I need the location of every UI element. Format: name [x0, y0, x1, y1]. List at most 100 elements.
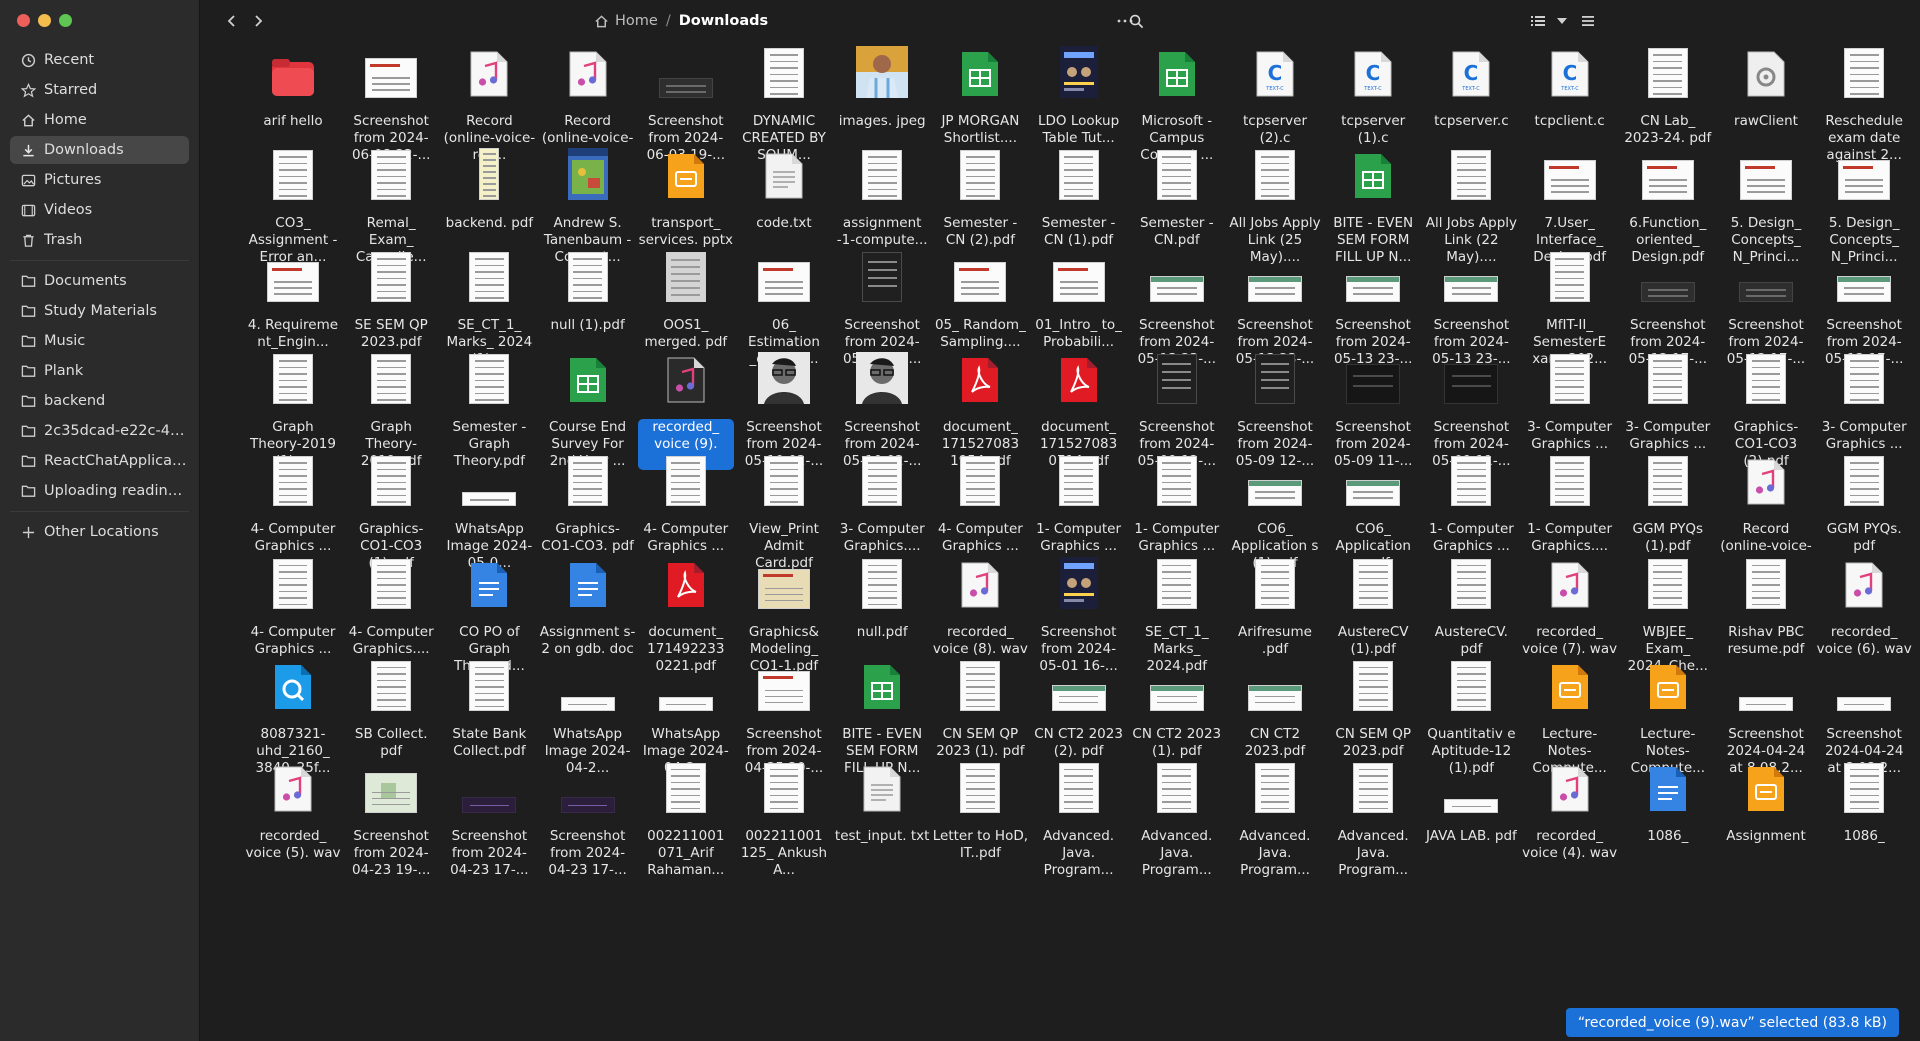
- file-item[interactable]: 4- Computer Graphics ...: [245, 555, 341, 657]
- sidebar-item-downloads[interactable]: Downloads: [10, 136, 189, 164]
- breadcrumb-current[interactable]: Downloads: [679, 13, 768, 29]
- file-item[interactable]: C TEXT-C tcpclient.c: [1522, 44, 1618, 144]
- file-item[interactable]: Screenshot from 2024-05-09 11-...: [1423, 350, 1519, 469]
- file-item[interactable]: Screenshot from 2024-05-13 23-...: [1325, 248, 1421, 367]
- file-item[interactable]: rawClient: [1718, 44, 1814, 144]
- file-item[interactable]: Semester - CN.pdf: [1129, 146, 1225, 248]
- maximize-window-button[interactable]: [59, 14, 72, 27]
- minimize-window-button[interactable]: [38, 14, 51, 27]
- sidebar-item-bookmark-0[interactable]: Documents: [10, 267, 189, 295]
- file-item[interactable]: Letter to HoD, IT..pdf: [932, 759, 1028, 861]
- file-item[interactable]: 3- Computer Graphics ...: [1620, 350, 1716, 452]
- file-item[interactable]: JAVA LAB. pdf: [1423, 759, 1519, 859]
- file-item[interactable]: Assignment s-2 on gdb. doc: [540, 555, 636, 657]
- breadcrumb-home[interactable]: Home: [594, 13, 658, 29]
- file-item[interactable]: recorded_ voice (9). wav: [637, 350, 734, 471]
- file-item[interactable]: Advanced. Java. Program...: [1129, 759, 1225, 878]
- file-item[interactable]: GGM PYQs. pdf: [1816, 452, 1912, 554]
- file-item[interactable]: Advanced. Java. Program...: [1325, 759, 1421, 878]
- back-button[interactable]: [220, 9, 244, 33]
- file-item[interactable]: 05_ Random_ Sampling....: [932, 248, 1028, 350]
- file-item[interactable]: Screenshot from 2024-06-03 19-...: [638, 44, 734, 163]
- file-item[interactable]: Screenshot from 2024-04-23 19-...: [343, 759, 439, 878]
- file-item[interactable]: CN CT2 2023 (2). pdf: [1031, 657, 1127, 759]
- file-item[interactable]: Remal_ Exam_ Cancelle...: [343, 146, 439, 265]
- file-item[interactable]: test_input. txt: [834, 759, 930, 859]
- file-item[interactable]: Screenshot from 2024-04-23 17-...: [540, 759, 636, 878]
- view-options-button[interactable]: [1550, 9, 1574, 33]
- file-item[interactable]: 4- Computer Graphics ...: [638, 452, 734, 554]
- file-item[interactable]: 4- Computer Graphics ...: [932, 452, 1028, 554]
- file-item[interactable]: WhatsApp Image 2024-05-0...: [441, 452, 537, 571]
- file-item[interactable]: 1- Computer Graphics ...: [1129, 452, 1225, 554]
- file-item[interactable]: Screenshot from 2024-05-09 12-...: [1129, 350, 1225, 469]
- file-item[interactable]: recorded_ voice (8). wav: [932, 555, 1028, 657]
- file-item[interactable]: Rishav PBC resume.pdf: [1718, 555, 1814, 657]
- file-item[interactable]: Screenshot from 2024-05-10 02-...: [834, 350, 930, 469]
- file-item[interactable]: WhatsApp Image 2024-04-2...: [540, 657, 636, 776]
- file-item[interactable]: Graph Theory-2019.pdf: [343, 350, 439, 469]
- file-item[interactable]: 01_Intro_ to_ Probabili...: [1031, 248, 1127, 350]
- file-item[interactable]: CN SEM QP 2023.pdf: [1325, 657, 1421, 759]
- file-item[interactable]: document_ 171527083 1954.pdf: [932, 350, 1028, 469]
- sidebar-item-bookmark-3[interactable]: Plank: [10, 357, 189, 385]
- file-item[interactable]: Screenshot from 2024-04-25 20-...: [736, 657, 832, 776]
- sidebar-item-other-locations[interactable]: Other Locations: [10, 518, 189, 546]
- file-item[interactable]: DYNAMIC CREATED BY SOUM...: [736, 44, 832, 163]
- file-item[interactable]: WhatsApp Image 2024-04-2...: [638, 657, 734, 776]
- forward-button[interactable]: [246, 9, 270, 33]
- sidebar-item-bookmark-7[interactable]: Uploading readingpdf: [10, 477, 189, 505]
- file-item[interactable]: MfIT-II_ SemesterE xam_202...: [1522, 248, 1618, 367]
- file-item[interactable]: SB Collect. pdf: [343, 657, 439, 759]
- file-item[interactable]: CO3_ Assignment -Error an...: [245, 146, 341, 265]
- file-item[interactable]: Graphics& Modeling_ CO1-1.pdf: [736, 555, 832, 674]
- file-item[interactable]: BITE - EVEN SEM FORM FILL UP N...: [1325, 146, 1421, 265]
- file-item[interactable]: 1086_: [1816, 759, 1912, 859]
- file-item[interactable]: C TEXT-C tcpserver (2).c: [1227, 44, 1323, 146]
- file-item[interactable]: Semester - CN (1).pdf: [1031, 146, 1127, 248]
- file-item[interactable]: 5. Design_ Concepts_ N_Princi...: [1816, 146, 1912, 265]
- file-item[interactable]: CN Lab_ 2023-24. pdf: [1620, 44, 1716, 146]
- file-item[interactable]: Screenshot from 2024-04-23 17-...: [441, 759, 537, 878]
- file-item[interactable]: CO6_ Application s (1).pdf: [1227, 452, 1323, 571]
- file-item[interactable]: Arifresume .pdf: [1227, 555, 1323, 657]
- file-item[interactable]: Graphics-CO1-CO3 (1).pdf: [343, 452, 439, 571]
- file-item[interactable]: 002211001 071_Arif Rahaman...: [638, 759, 734, 878]
- file-item[interactable]: Screenshot from 2024-05-09 11-...: [1325, 350, 1421, 469]
- file-item[interactable]: Semester - Graph Theory.pdf: [441, 350, 537, 469]
- file-item[interactable]: BITE - EVEN SEM FORM FILL UP N...: [834, 657, 930, 776]
- file-item[interactable]: transport_ services. pptx: [638, 146, 734, 248]
- file-item[interactable]: Record (online-voice-rec...: [441, 44, 537, 163]
- sidebar-item-bookmark-1[interactable]: Study Materials: [10, 297, 189, 325]
- file-item[interactable]: CN SEM QP 2023 (1). pdf: [932, 657, 1028, 759]
- file-item[interactable]: backend. pdf: [441, 146, 537, 246]
- file-item[interactable]: All Jobs Apply Link (22 May)....: [1423, 146, 1519, 265]
- file-item[interactable]: recorded_ voice (6). wav: [1816, 555, 1912, 657]
- file-item[interactable]: Screenshot from 2024-05-09 12-...: [1227, 350, 1323, 469]
- file-item[interactable]: arif hello: [245, 44, 341, 144]
- file-item[interactable]: 3- Computer Graphics ...: [1816, 350, 1912, 452]
- file-item[interactable]: 06_ Estimation _of_Para...: [736, 248, 832, 367]
- file-item[interactable]: Lecture-Notes-Compute...: [1620, 657, 1716, 776]
- sidebar-item-bookmark-4[interactable]: backend: [10, 387, 189, 415]
- file-item[interactable]: code.txt: [736, 146, 832, 246]
- file-item[interactable]: CN CT2 2023 (1). pdf: [1129, 657, 1225, 759]
- file-item[interactable]: Lecture-Notes-Compute...: [1522, 657, 1618, 776]
- file-item[interactable]: Advanced. Java. Program...: [1031, 759, 1127, 878]
- file-item[interactable]: null (1).pdf: [540, 248, 636, 348]
- file-item[interactable]: Screenshot from 2024-05-12 17-...: [1816, 248, 1912, 367]
- file-item[interactable]: Screenshot 2024-04-24 at 8.08.2...: [1718, 657, 1814, 776]
- file-item[interactable]: Screenshot from 2024-05-12 17-...: [1718, 248, 1814, 367]
- file-item[interactable]: SE_CT_1_ Marks_ 2024.pdf: [1129, 555, 1225, 674]
- sidebar-item-videos[interactable]: Videos: [10, 196, 189, 224]
- file-item[interactable]: 3- Computer Graphics....: [834, 452, 930, 554]
- file-item[interactable]: Screenshot from 2024-05-13 23-...: [1129, 248, 1225, 367]
- file-item[interactable]: document_ 171527083 0714.pdf: [1031, 350, 1127, 469]
- file-item[interactable]: Screenshot from 2024-05-12 17-...: [1620, 248, 1716, 367]
- file-item[interactable]: SE_CT_1_ Marks_ 2024 (1)....: [441, 248, 537, 367]
- file-item[interactable]: Screenshot from 2024-05-10 02-...: [736, 350, 832, 469]
- file-item[interactable]: GGM PYQs (1).pdf: [1620, 452, 1716, 554]
- file-item[interactable]: recorded_ voice (4). wav: [1522, 759, 1618, 861]
- scrollbar[interactable]: [1910, 50, 1916, 1040]
- file-item[interactable]: AustereCV. pdf: [1423, 555, 1519, 657]
